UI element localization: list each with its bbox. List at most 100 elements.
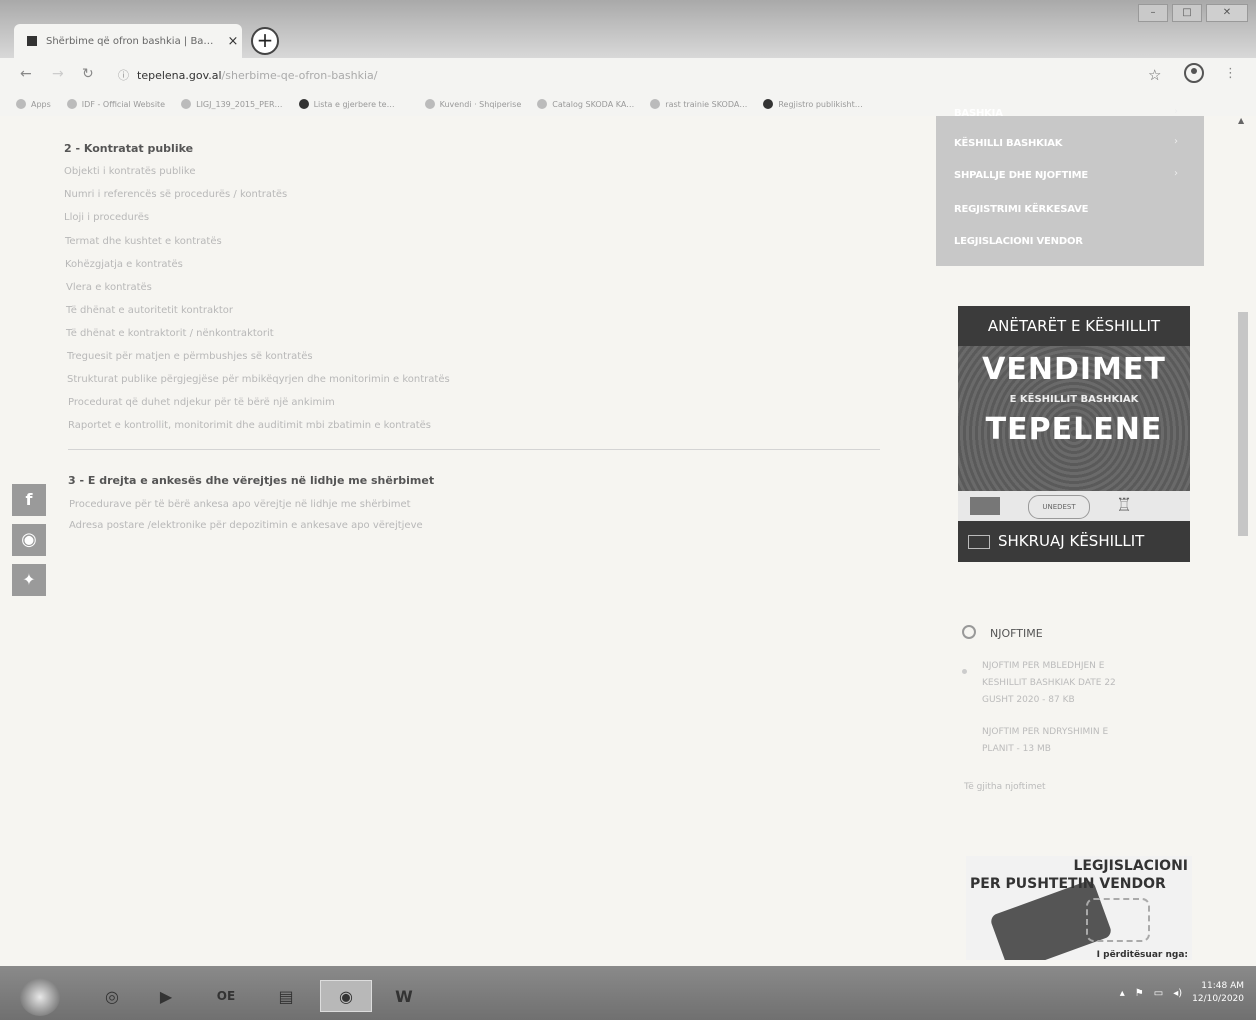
- legj-title: LEGJISLACIONI: [1073, 858, 1188, 874]
- scroll-up-icon[interactable]: ▲: [1238, 116, 1244, 125]
- banner-city: TEPELENE: [985, 412, 1163, 447]
- sidebar-item-legjislacioni-vendor[interactable]: LEGJISLACIONI VENDOR: [954, 236, 1083, 247]
- media-player-icon[interactable]: ▶: [146, 980, 186, 1012]
- maximize-icon[interactable]: □: [1172, 4, 1202, 22]
- bookmark-item[interactable]: Catalog SKODA KA…: [537, 99, 634, 109]
- menu-icon[interactable]: ⋮: [1224, 66, 1237, 81]
- site-info-icon[interactable]: ⓘ: [118, 67, 129, 83]
- twitter-share-icon[interactable]: ✦: [12, 564, 46, 596]
- bookmark-star-icon[interactable]: ☆: [1148, 66, 1161, 84]
- address-bar[interactable]: ⓘ tepelena.gov.al/sherbime-qe-ofron-bash…: [118, 64, 1128, 86]
- list-link[interactable]: Adresa postare /elektronike për depoziti…: [69, 520, 423, 531]
- minimize-icon[interactable]: –: [1138, 4, 1168, 22]
- page-content: 2 - Kontratat publike Objekti i kontratë…: [0, 106, 1256, 966]
- list-link[interactable]: Treguesit për matjen e përmbushjes së ko…: [67, 351, 313, 362]
- network-icon[interactable]: ▭: [1154, 988, 1163, 999]
- word-icon[interactable]: W: [384, 980, 424, 1012]
- envelope-icon: [968, 534, 990, 549]
- list-link[interactable]: Strukturat publike përgjegjëse për mbikë…: [67, 374, 450, 385]
- list-link[interactable]: Numri i referencës së procedurës / kontr…: [64, 189, 287, 200]
- sidebar-item-shpallje-dhe-njoftime[interactable]: SHPALLJE DHE NJOFTIME: [954, 170, 1088, 181]
- banner-title: VENDIMET: [982, 352, 1166, 387]
- whatsapp-share-icon[interactable]: ◉: [12, 524, 46, 556]
- banner-members-link[interactable]: ANËTARËT E KËSHILLIT: [958, 306, 1190, 346]
- back-icon[interactable]: ←: [20, 66, 32, 82]
- list-link[interactable]: Të dhënat e autoritetit kontraktor: [66, 305, 233, 316]
- reload-icon[interactable]: ↻: [82, 66, 94, 82]
- taskbar: ◎ ▶ OE ▤ ◉ W ▴ ⚑ ▭ ◂) 11:48 AM 12/10/202…: [0, 966, 1256, 1020]
- notification-link[interactable]: NJOFTIM PER MBLEDHJEN E KESHILLIT BASHKI…: [982, 658, 1116, 709]
- puzzle-outline-icon: [1086, 898, 1150, 942]
- list-link[interactable]: Termat dhe kushtet e kontratës: [65, 236, 222, 247]
- outlook-icon[interactable]: OE: [206, 980, 246, 1012]
- banner-subtitle: E KËSHILLIT BASHKIAK: [1009, 394, 1139, 405]
- legjislacioni-banner[interactable]: LEGJISLACIONI PER PUSHTETIN VENDOR I për…: [966, 856, 1192, 960]
- bookmarks-bar: Apps IDF - Official Website LIGJ_139_201…: [0, 92, 1256, 116]
- list-link[interactable]: Procedurat që duhet ndjekur për të bërë …: [68, 397, 335, 408]
- browser-toolbar: ← → ↻ ⓘ tepelena.gov.al/sherbime-qe-ofro…: [0, 58, 1256, 92]
- close-window-icon[interactable]: ✕: [1206, 4, 1248, 22]
- bookmark-icon: [650, 99, 661, 109]
- sidebar-item-bashkia[interactable]: BASHKIA: [954, 108, 1003, 119]
- bookmark-item[interactable]: IDF - Official Website: [66, 99, 165, 109]
- start-button[interactable]: [20, 978, 60, 1016]
- partner-logo-icon: ♖: [1116, 495, 1133, 516]
- bookmark-item[interactable]: Kuvendi · Shqiperise: [424, 99, 521, 109]
- list-link[interactable]: Vlera e kontratës: [66, 282, 152, 293]
- tab-close-icon[interactable]: ×: [224, 34, 242, 49]
- bookmark-icon: [181, 99, 192, 109]
- scrollbar-thumb[interactable]: [1238, 312, 1248, 536]
- bell-icon: [962, 625, 976, 639]
- banner-logos: UNEDEST ♖: [958, 491, 1190, 521]
- new-tab-button[interactable]: +: [251, 27, 279, 55]
- chevron-right-icon: ›: [1174, 106, 1178, 117]
- bookmark-apps[interactable]: Apps: [16, 99, 51, 109]
- chrome-icon[interactable]: ◉: [320, 980, 372, 1012]
- clock[interactable]: 11:48 AM 12/10/2020: [1192, 980, 1244, 1006]
- bookmark-icon: [298, 99, 309, 109]
- sidebar-item-regjistrimi-kerkesave[interactable]: REGJISTRIMI KËRKESAVE: [954, 204, 1088, 215]
- bookmark-item[interactable]: LIGJ_139_2015_PER…: [181, 99, 283, 109]
- bookmark-icon: [763, 99, 774, 109]
- profile-icon[interactable]: [1184, 63, 1204, 83]
- list-link[interactable]: Të dhënat e kontraktorit / nënkontraktor…: [66, 328, 274, 339]
- bookmark-icon: [424, 99, 435, 109]
- undp-logo: UNEDEST: [1028, 495, 1090, 519]
- list-link[interactable]: Lloji i procedurës: [64, 212, 149, 223]
- notification-link[interactable]: NJOFTIM PER NDRYSHIMIN E PLANIT - 13 MB: [982, 724, 1108, 758]
- write-council-button[interactable]: SHKRUAJ KËSHILLIT: [958, 521, 1190, 562]
- browser-tab[interactable]: Shërbime që ofron bashkia | Ba… ×: [14, 24, 242, 58]
- bookmark-item[interactable]: Lista e gjerbere te…: [298, 99, 395, 109]
- facebook-share-icon[interactable]: f: [12, 484, 46, 516]
- bookmark-icon: [66, 99, 77, 109]
- flag-icon[interactable]: ⚑: [1135, 988, 1144, 999]
- window-controls: – □ ✕: [1138, 4, 1248, 22]
- list-link[interactable]: Procedurave për të bërë ankesa apo vërej…: [69, 499, 411, 510]
- section-title: 2 - Kontratat publike: [64, 142, 194, 155]
- tray-arrow-icon[interactable]: ▴: [1120, 988, 1125, 999]
- legj-updated: I përditësuar nga:: [1096, 950, 1188, 960]
- forward-icon[interactable]: →: [52, 66, 64, 82]
- volume-icon[interactable]: ◂): [1173, 988, 1182, 999]
- list-link[interactable]: Kohëzgjatja e kontratës: [65, 259, 183, 270]
- vendimet-banner[interactable]: ANËTARËT E KËSHILLIT VENDIMET E KËSHILLI…: [958, 306, 1190, 562]
- list-link[interactable]: Objekti i kontratës publike: [64, 166, 195, 177]
- sidebar-item-keshilli-bashkiak[interactable]: KËSHILLI BASHKIAK: [954, 138, 1063, 149]
- browser-titlebar: Shërbime që ofron bashkia | Ba… × + – □ …: [0, 0, 1256, 58]
- url-host: tepelena.gov.al: [137, 68, 222, 82]
- explorer-icon[interactable]: ▤: [266, 980, 306, 1012]
- bookmark-item[interactable]: rast trainie SKODA…: [650, 99, 747, 109]
- bullet-icon: [962, 669, 967, 674]
- eu-flag-icon: [970, 497, 1000, 515]
- system-tray: ▴ ⚑ ▭ ◂) 11:48 AM 12/10/2020: [1120, 980, 1244, 1006]
- all-notifications-link[interactable]: Të gjitha njoftimet: [964, 782, 1046, 792]
- legj-subtitle: PER PUSHTETIN VENDOR: [970, 876, 1166, 892]
- bookmark-item[interactable]: Regjistro publikisht…: [763, 99, 863, 109]
- url-path: /sherbime-qe-ofron-bashkia/: [221, 68, 378, 82]
- section-divider: [68, 449, 880, 450]
- favicon-icon: [27, 36, 37, 46]
- chevron-right-icon: ›: [1174, 136, 1178, 147]
- list-link[interactable]: Raportet e kontrollit, monitorimit dhe a…: [68, 420, 431, 431]
- ie-icon[interactable]: ◎: [92, 980, 132, 1012]
- chevron-right-icon: ›: [1174, 168, 1178, 179]
